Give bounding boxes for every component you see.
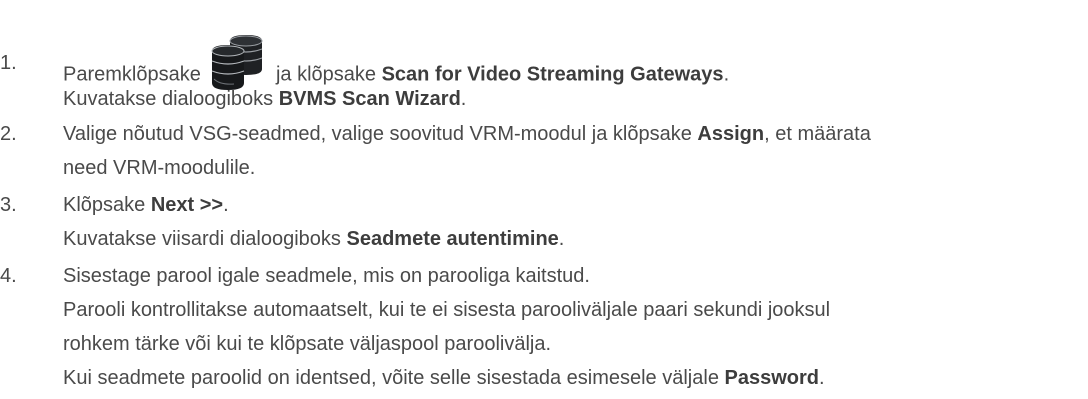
- ui-label-bold: Password: [724, 367, 819, 389]
- step-line: Valige nõutud VSG-seadmed, valige soovit…: [63, 118, 871, 150]
- step-text: .: [723, 63, 730, 86]
- step-text: rohkem tärke või kui te klõpsate väljasp…: [63, 333, 552, 355]
- step-line: Kuvatakse viisardi dialoogiboks Seadmete…: [63, 223, 564, 255]
- step-text: .: [460, 88, 467, 110]
- step-text: .: [818, 367, 825, 389]
- step-text: Kui seadmete paroolid on identsed, võite…: [63, 367, 725, 389]
- ui-label-bold: Seadmete autentimine: [346, 228, 559, 250]
- step-line: Parooli kontrollitakse automaatselt, kui…: [63, 294, 830, 326]
- step-line: Kui seadmete paroolid on identsed, võite…: [63, 362, 825, 394]
- step-text: Klõpsake: [63, 194, 151, 216]
- step-text: Kuvatakse dialoogiboks: [63, 88, 279, 110]
- step-number: 2.: [0, 123, 17, 145]
- step-number: 3.: [0, 194, 17, 216]
- step-number: 4.: [0, 265, 17, 287]
- ui-label-bold: Assign: [697, 123, 765, 145]
- step-text: Paremklõpsake: [63, 63, 207, 86]
- step-text: Kuvatakse viisardi dialoogiboks: [63, 228, 347, 250]
- step-line: rohkem tärke või kui te klõpsate väljasp…: [63, 328, 551, 360]
- step-text: Sisestage parool igale seadmele, mis on …: [63, 265, 590, 287]
- ui-label-bold: Scan for Video Streaming Gateways: [381, 63, 724, 86]
- instruction-document: 1. Paremklõpsake ja klõpsake Scan for Vi…: [0, 0, 1088, 399]
- step-text: Parooli kontrollitakse automaatselt, kui…: [63, 299, 831, 321]
- step-text: Valige nõutud VSG-seadmed, valige soovit…: [63, 123, 698, 145]
- step-text: .: [558, 228, 565, 250]
- step-line: Klõpsake Next >>.: [63, 189, 229, 221]
- ui-label-bold: BVMS Scan Wizard: [278, 88, 461, 110]
- step-line: Sisestage parool igale seadmele, mis on …: [63, 260, 590, 292]
- step-line: need VRM-moodulile.: [63, 152, 255, 184]
- step-text: , et määrata: [764, 123, 871, 145]
- step-text: ja klõpsake: [270, 63, 382, 86]
- step-line: Kuvatakse dialoogiboks BVMS Scan Wizard.: [63, 83, 466, 115]
- step-text: .: [223, 194, 229, 216]
- ui-label-bold: Next >>: [150, 194, 224, 216]
- step-number: 1.: [0, 52, 17, 74]
- step-text: need VRM-moodulile.: [63, 157, 256, 179]
